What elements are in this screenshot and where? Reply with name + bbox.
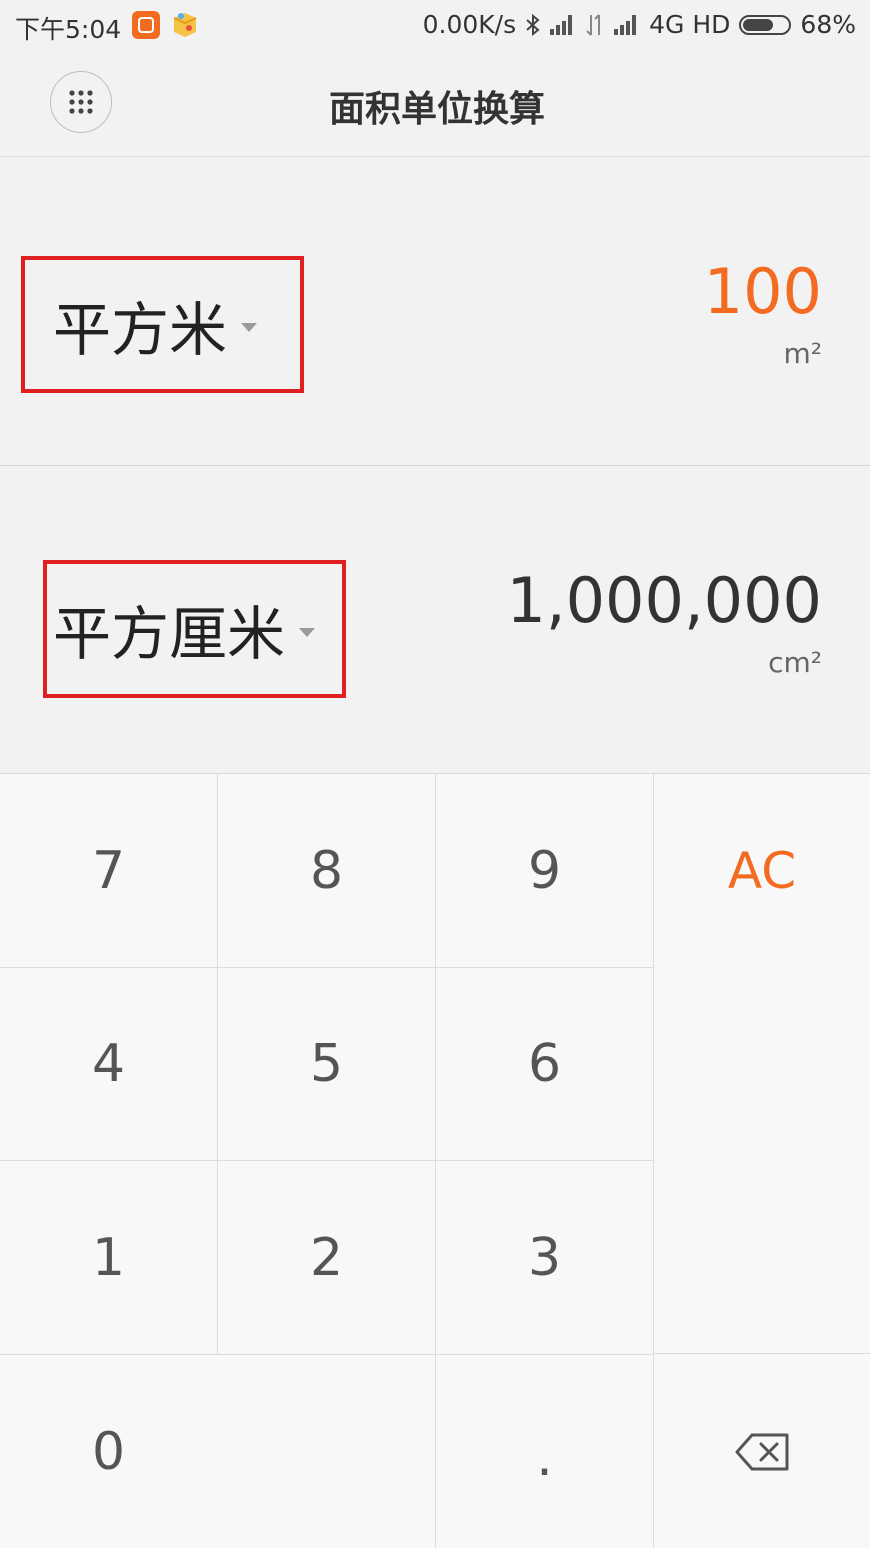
status-bar: 下午5:04 0.00K/s 4G HD 68% (0, 0, 870, 50)
battery-percent: 68% (800, 10, 856, 39)
key-3[interactable]: 3 (436, 1161, 654, 1355)
data-transfer-icon (586, 13, 601, 36)
battery-icon (739, 14, 792, 35)
battery-level-fill (743, 18, 774, 31)
keypad: 7 8 9 AC 4 5 6 1 2 3 0 . (0, 774, 870, 1548)
to-unit-selector[interactable]: 平方厘米 (43, 560, 346, 698)
dropdown-arrow-icon (241, 323, 258, 332)
to-unit-symbol: cm² (768, 646, 822, 679)
backspace-icon (735, 1433, 789, 1470)
key-dot[interactable]: . (436, 1355, 654, 1548)
title-bar: 面积单位换算 (0, 50, 870, 157)
key-7[interactable]: 7 (0, 774, 218, 968)
signal-icon (550, 14, 576, 35)
from-unit-symbol: m² (783, 337, 823, 370)
from-unit-row[interactable]: 平方米 100 m² (0, 157, 870, 466)
mi-app-notification-icon (132, 11, 160, 39)
key-5[interactable]: 5 (218, 968, 436, 1161)
key-0[interactable]: 0 (0, 1355, 436, 1548)
key-1[interactable]: 1 (0, 1161, 218, 1355)
from-value: 100 (703, 255, 822, 328)
status-indicators: 0.00K/s 4G HD 68% (423, 10, 856, 39)
bluetooth-icon (526, 13, 540, 36)
key-9[interactable]: 9 (436, 774, 654, 968)
network-type: 4G HD (649, 10, 731, 39)
dropdown-arrow-icon (299, 627, 316, 637)
to-unit-label: 平方厘米 (53, 600, 286, 668)
key-6[interactable]: 6 (436, 968, 654, 1161)
key-8[interactable]: 8 (218, 774, 436, 968)
game-app-notification-icon (173, 13, 197, 37)
key-4[interactable]: 4 (0, 968, 218, 1161)
status-time: 下午5:04 (15, 15, 122, 44)
signal-icon-2 (614, 14, 640, 35)
to-unit-row[interactable]: 平方厘米 1,000,000 cm² (0, 466, 870, 774)
key-2[interactable]: 2 (218, 1161, 436, 1355)
from-unit-selector[interactable]: 平方米 (21, 256, 304, 393)
from-unit-label: 平方米 (53, 295, 228, 364)
backspace-button[interactable] (654, 1355, 870, 1548)
clear-button[interactable]: AC (654, 774, 870, 1354)
to-value: 1,000,000 (506, 564, 822, 637)
net-speed: 0.00K/s (422, 10, 517, 39)
page-title: 面积单位换算 (328, 89, 545, 130)
